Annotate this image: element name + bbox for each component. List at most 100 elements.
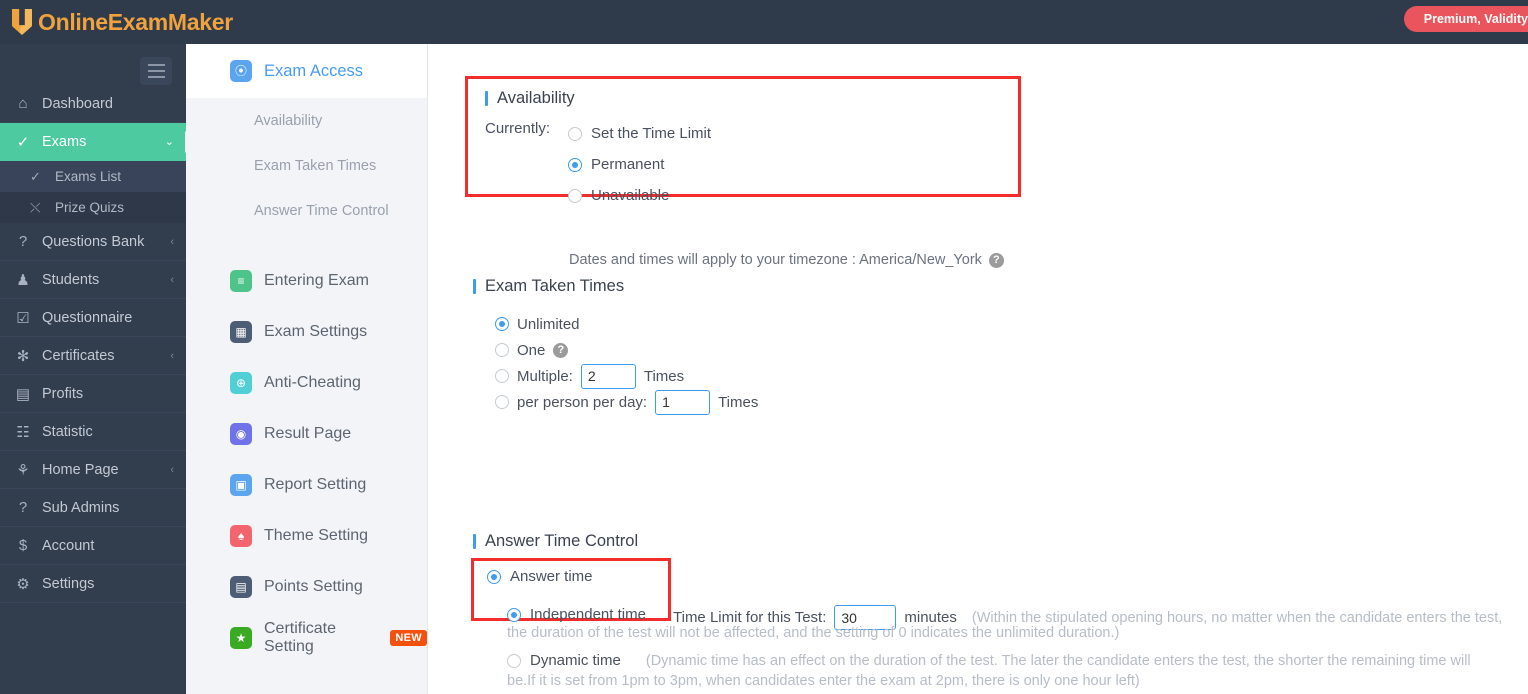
check-circle-icon: ✓ [16,133,30,151]
bar-chart-icon: ☷ [16,423,30,441]
radio-button[interactable] [495,395,509,409]
grid-icon: ▦ [230,320,252,343]
minutes-label: minutes [904,609,957,626]
exams-subnav: ✓ Exams List ⤬ Prize Quizs [0,161,186,223]
medal-icon: ★ [230,626,252,649]
panel-item-report-setting[interactable]: ▣ Report Setting [186,459,427,510]
dynamic-time-label: Dynamic time [530,652,621,669]
answer-time-row[interactable]: Answer time [487,568,593,585]
panel-item-anti-cheating[interactable]: ⊕ Anti-Cheating [186,357,427,408]
panel-item-entering-exam[interactable]: ≡ Entering Exam [186,255,427,306]
chevron-icon: ‹ [170,273,174,286]
availability-option-set-the-time-limit[interactable]: Set the Time Limit [568,118,711,149]
shuffle-icon: ⤬ [30,199,41,215]
panel-item-label: Points Setting [264,577,363,595]
independent-time-radio[interactable] [507,607,521,622]
answer-time-radio[interactable] [487,569,501,584]
sidebar-item-label: Settings [42,575,95,592]
sidebar-item-label: Students [42,271,100,288]
radio-button[interactable] [495,343,509,357]
sidebar-item-statistic[interactable]: ☷ Statistic [0,413,186,451]
exam-taken-option-unlimited[interactable]: Unlimited [495,311,758,337]
times-input[interactable] [655,389,711,415]
sidebar-item-questions-bank[interactable]: ? Questions Bank ‹ [0,223,186,261]
home-icon: ⌂ [18,95,28,112]
exam-settings-panel: ⦿ Exam Access Availability Exam Taken Tim… [186,44,428,694]
availability-option-unavailable[interactable]: Unavailable [568,180,711,211]
panel-sub-links: Availability Exam Taken Times Answer Time … [186,98,427,233]
panel-item-result-page[interactable]: ◉ Result Page [186,408,427,459]
sidebar-item-account[interactable]: $ Account [0,527,186,565]
badge-icon: ✻ [16,347,30,365]
brand-logo[interactable]: OnlineExamMaker [0,0,233,44]
availability-option-permanent[interactable]: Permanent [568,149,711,180]
panel-item-exam-settings[interactable]: ▦ Exam Settings [186,306,427,357]
sidebar-item-home-page[interactable]: ⚘ Home Page ‹ [0,451,186,489]
sidebar-item-profits[interactable]: ▤ Profits [0,375,186,413]
panel-items: ≡ Entering Exam ▦ Exam Settings ⊕ Anti-Cheati… [186,255,427,663]
sidebar-item-students[interactable]: ♟ Students ‹ [0,261,186,299]
sidebar-item-label: Questions Bank [42,233,145,250]
exam-taken-option-label: Unlimited [517,315,580,333]
sidebar-item-dashboard[interactable]: ⌂ Dashboard [0,85,186,123]
time-limit-label: Time Limit for this Test: [673,609,827,626]
sidebar-item-label: Profits [42,385,84,402]
panel-item-exam-access[interactable]: ⦿ Exam Access [186,44,427,98]
help-icon[interactable]: ? [553,342,569,358]
sidebar-item-settings[interactable]: ⚙ Settings [0,565,186,603]
currently-label: Currently: [485,120,551,137]
panel-item-label: Result Page [264,424,352,442]
panel-item-points-setting[interactable]: ▤ Points Setting [186,561,427,612]
chevron-icon: ‹ [170,463,174,476]
dynamic-time-row[interactable]: Dynamic time (Dynamic time has an effect… [507,652,1471,669]
exam-taken-option-label: One [517,341,546,359]
sidebar-item-exams[interactable]: ✓ Exams ⌄ [0,123,186,161]
panel-link-availability[interactable]: Availability [186,98,427,143]
availability-option-label: Permanent [591,156,665,173]
question-circle-icon: ? [18,499,28,516]
panel-item-label: Anti-Cheating [264,373,361,391]
panel-item-theme-setting[interactable]: ♠ Theme Setting [186,510,427,561]
premium-validity-badge[interactable]: Premium, Validity [1403,6,1528,32]
sidebar-subitem-label: Prize Quizs [55,200,125,215]
sidebar-item-questionnaire[interactable]: ☑ Questionnaire [0,299,186,337]
radio-button[interactable] [568,126,582,141]
user-icon: ♟ [16,271,30,289]
dynamic-note-line2: be.If it is set from 1pm to 3pm, when ca… [507,673,1140,689]
availability-option-label: Set the Time Limit [591,125,712,142]
exam-taken-times-options: UnlimitedOne?Multiple:Timesper person pe… [495,311,758,415]
times-suffix-label: Times [718,393,759,411]
exam-taken-option-one[interactable]: One? [495,337,758,363]
independent-time-row[interactable]: Independent time [507,606,646,623]
timezone-note-row: Dates and times will apply to your timez… [569,252,1004,268]
panel-link-exam-taken-times[interactable]: Exam Taken Times [186,143,427,188]
sidebar-item-label: Questionnaire [42,309,133,326]
sidebar-item-label: Account [42,537,95,554]
sidebar-subitem-exams-list[interactable]: ✓ Exams List [0,161,186,192]
checkbox-icon: ☑ [16,309,30,327]
panel-item-label: Certificate Setting [264,619,337,655]
hamburger-menu-icon[interactable] [140,57,172,85]
answer-time-control-title: Answer Time Control [473,532,638,551]
calendar-icon: ▤ [230,575,252,598]
check-circle-icon: ✓ [30,168,41,184]
panel-link-answer-time-control[interactable]: Answer Time Control [186,188,427,233]
radio-button[interactable] [495,369,509,383]
panel-item-certificate-setting[interactable]: ★ Certificate Setting NEW [186,612,427,663]
times-input[interactable] [580,363,636,389]
sidebar-subitem-prize-quizs[interactable]: ⤬ Prize Quizs [0,192,186,223]
radio-button[interactable] [568,157,582,172]
sidebar-item-label: Exams [42,133,87,150]
help-icon[interactable]: ? [988,252,1004,268]
primary-sidebar: ⌂ Dashboard ✓ Exams ⌄ ✓ Exams List ⤬ Prize Quizs… [0,44,186,694]
sidebar-item-certificates[interactable]: ✻ Certificates ‹ [0,337,186,375]
exam-taken-option-multiple[interactable]: Multiple: Times [495,363,758,389]
sidebar-item-sub-admins[interactable]: ? Sub Admins [0,489,186,527]
shield-icon: ⊕ [230,371,252,394]
independent-note-line1: (Within the stipulated opening hours, no… [971,609,1503,626]
radio-button[interactable] [568,188,582,203]
gear-icon: ⚙ [16,575,30,593]
radio-button[interactable] [495,317,509,331]
dynamic-time-radio[interactable] [507,653,521,668]
exam-taken-option-per-person-per-day[interactable]: per person per day: Times [495,389,758,415]
